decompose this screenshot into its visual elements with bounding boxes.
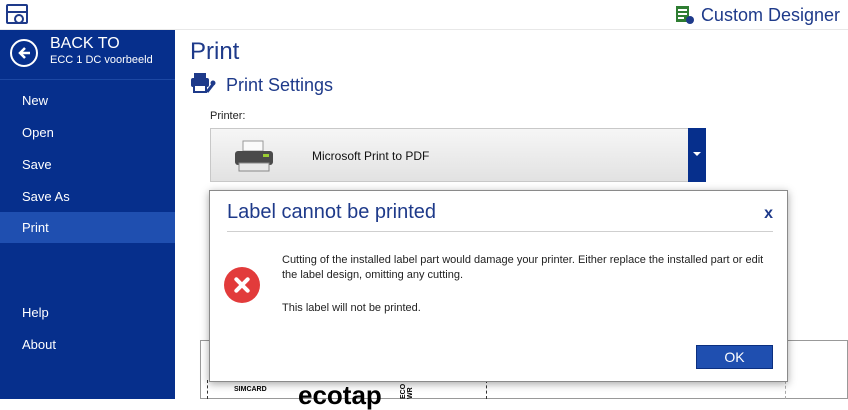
brand-name: Custom Designer [701,5,840,26]
back-arrow-icon [10,39,38,67]
preview-margin [785,345,848,399]
printer-name: Microsoft Print to PDF [312,149,429,163]
chevron-down-icon[interactable] [688,128,706,182]
dialog-message: Cutting of the installed label part woul… [282,253,777,283]
preview-brand-text: ecotap [298,383,382,407]
print-settings-icon [190,72,216,99]
sidebar-item-open[interactable]: Open [0,117,175,148]
sidebar: BACK TO ECC 1 DC voorbeeld New Open Save… [0,30,175,399]
sidebar-item-new[interactable]: New [0,85,175,116]
back-button[interactable]: BACK TO ECC 1 DC voorbeeld [0,30,175,80]
back-subtitle: ECC 1 DC voorbeeld [50,54,153,66]
back-title: BACK TO [50,35,120,53]
dialog-message-secondary: This label will not be printed. [282,302,421,314]
dialog-title: Label cannot be printed [227,201,436,224]
sidebar-item-help[interactable]: Help [0,297,175,328]
sidebar-item-print[interactable]: Print [0,212,175,243]
error-icon [224,267,260,303]
top-bar: Custom Designer [0,0,848,30]
sidebar-item-save-as[interactable]: Save As [0,181,175,212]
printer-select[interactable]: Microsoft Print to PDF [210,128,706,182]
close-icon[interactable]: x [764,205,773,223]
custom-designer-icon [675,5,695,25]
sidebar-item-about[interactable]: About [0,329,175,360]
app-menu-icon[interactable] [6,4,28,24]
dialog-divider [227,231,773,232]
section-title: Print Settings [226,75,333,96]
sidebar-item-save[interactable]: Save [0,149,175,180]
preview-vertical-text: ECO WR [400,383,414,399]
preview-simcard-text: SIMCARD [234,386,267,393]
printer-label: Printer: [210,110,245,122]
ok-button[interactable]: OK [696,345,773,369]
section-header: Print Settings [190,72,333,98]
error-dialog: Label cannot be printed x Cutting of the… [209,190,788,382]
page-title: Print [190,38,239,66]
brand: Custom Designer [675,3,840,27]
printer-icon [233,139,277,173]
